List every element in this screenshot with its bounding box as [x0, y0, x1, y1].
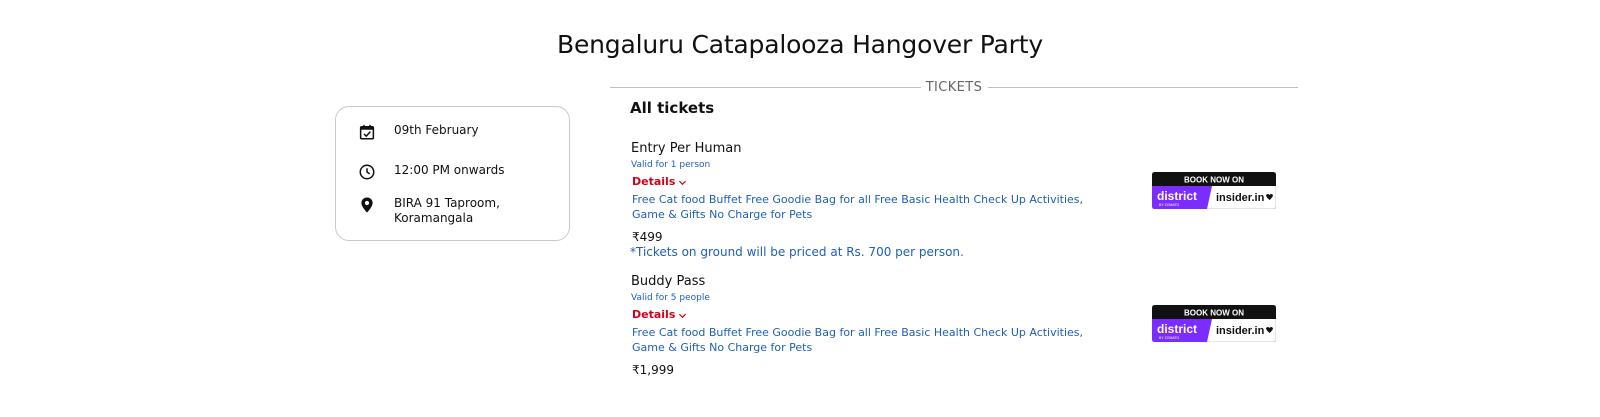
venue-line-1: BIRA 91 Taproom, — [394, 196, 500, 210]
event-info-card: 09th February 12:00 PM onwards BIRA 91 T… — [335, 106, 570, 241]
ticket-description: Free Cat food Buffet Free Goodie Bag for… — [632, 193, 1084, 221]
tickets-label: TICKETS — [925, 80, 983, 95]
details-label: Details — [632, 308, 676, 321]
tickets-divider: TICKETS — [610, 80, 1298, 96]
calendar-check-icon — [358, 123, 376, 141]
details-toggle[interactable]: Details — [632, 175, 687, 188]
event-time: 12:00 PM onwards — [394, 163, 505, 177]
location-pin-icon — [358, 196, 376, 214]
ticket-name: Entry Per Human — [631, 141, 742, 156]
date-row: 09th February — [358, 123, 514, 141]
district-logo-subtext: BY ZOMATO — [1159, 336, 1180, 340]
all-tickets-heading: All tickets — [630, 99, 715, 117]
details-label: Details — [632, 175, 676, 188]
district-logo-text: district — [1157, 322, 1197, 336]
page-title: Bengaluru Catapalooza Hangover Party — [557, 30, 1043, 59]
book-now-button[interactable]: BOOK NOW ON district BY ZOMATO insider.i… — [1151, 304, 1277, 343]
book-now-text: BOOK NOW ON — [1184, 309, 1244, 318]
ticket-validity: Valid for 5 people — [631, 293, 710, 303]
venue-row: BIRA 91 Taproom, Koramangala — [358, 196, 514, 226]
book-now-button[interactable]: BOOK NOW ON district BY ZOMATO insider.i… — [1151, 171, 1277, 210]
venue-line-2: Koramangala — [394, 211, 474, 225]
event-date: 09th February — [394, 123, 479, 137]
district-logo-subtext: BY ZOMATO — [1159, 203, 1180, 207]
event-venue: BIRA 91 Taproom, Koramangala — [394, 196, 514, 226]
clock-icon — [358, 163, 376, 181]
chevron-down-icon — [678, 177, 687, 186]
time-row: 12:00 PM onwards — [358, 163, 514, 181]
chevron-down-icon — [678, 310, 687, 319]
ground-price-note: *Tickets on ground will be priced at Rs.… — [630, 245, 964, 259]
ticket-price: ₹499 — [632, 230, 663, 244]
insider-logo-text: insider.in — [1216, 192, 1265, 204]
ticket-price: ₹1,999 — [632, 363, 674, 377]
book-now-text: BOOK NOW ON — [1184, 176, 1244, 185]
ticket-name: Buddy Pass — [631, 274, 706, 289]
district-logo-text: district — [1157, 189, 1197, 203]
ticket-validity: Valid for 1 person — [631, 160, 711, 170]
details-toggle[interactable]: Details — [632, 308, 687, 321]
insider-logo-text: insider.in — [1216, 325, 1265, 337]
ticket-description: Free Cat food Buffet Free Goodie Bag for… — [632, 326, 1084, 354]
